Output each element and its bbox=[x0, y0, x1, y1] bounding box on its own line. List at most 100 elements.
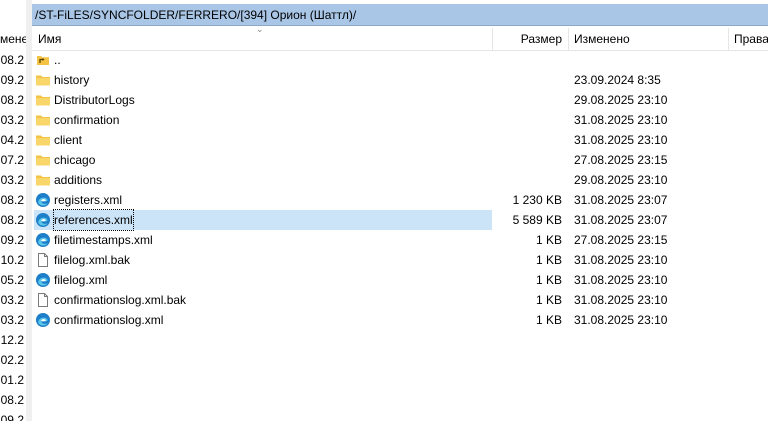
edge-icon bbox=[35, 312, 51, 328]
left-pane-row-date: .03.2 bbox=[0, 113, 24, 127]
edge-icon bbox=[35, 272, 51, 288]
left-pane-row-date: .09.2 bbox=[0, 73, 24, 87]
file-modified: 31.08.2025 23:07 bbox=[574, 213, 668, 227]
left-pane-modified-header[interactable]: мене bbox=[0, 30, 26, 49]
left-pane-row[interactable]: .03.2 bbox=[0, 170, 26, 190]
left-pane-row-date: .08.2 bbox=[0, 53, 24, 67]
left-pane-row[interactable]: .08.2 bbox=[0, 390, 26, 410]
file-modified: 27.08.2025 23:15 bbox=[574, 153, 668, 167]
left-pane-row[interactable]: .09.2 bbox=[0, 410, 26, 421]
file-size: 1 KB bbox=[535, 233, 562, 247]
file-size: 1 KB bbox=[535, 313, 562, 327]
column-separator[interactable] bbox=[492, 28, 493, 50]
file-size: 1 KB bbox=[535, 293, 562, 307]
folder-icon bbox=[35, 152, 51, 168]
file-row[interactable]: registers.xml 1 230 KB 31.08.2025 23:07 bbox=[32, 190, 768, 210]
file-row[interactable]: references.xml 5 589 KB 31.08.2025 23:07 bbox=[32, 209, 768, 231]
file-row[interactable]: additions 29.08.2025 23:10 bbox=[32, 170, 768, 190]
left-pane-row[interactable]: .02.2 bbox=[0, 350, 26, 370]
left-pane-row[interactable]: .08.2 bbox=[0, 190, 26, 210]
file-row[interactable]: DistributorLogs 29.08.2025 23:10 bbox=[32, 90, 768, 110]
file-name: chicago bbox=[54, 153, 96, 167]
left-pane-row-date: .03.2 bbox=[0, 293, 24, 307]
column-header-name[interactable]: Имя bbox=[38, 28, 61, 50]
left-pane-row-date: .08.2 bbox=[0, 213, 24, 227]
left-pane-row[interactable]: .09.2 bbox=[0, 230, 26, 250]
left-pane-row-date: .07.2 bbox=[0, 153, 24, 167]
edge-icon bbox=[35, 212, 51, 228]
file-row[interactable]: chicago 27.08.2025 23:15 bbox=[32, 150, 768, 170]
right-file-pane: /ST-FiLES/SYNCFOLDER/FERRERO/[394] Орион… bbox=[32, 0, 768, 421]
file-modified: 31.08.2025 23:10 bbox=[574, 253, 668, 267]
left-pane-row[interactable]: .04.2 bbox=[0, 130, 26, 150]
file-row[interactable]: filetimestamps.xml 1 KB 27.08.2025 23:15 bbox=[32, 230, 768, 250]
file-size: 1 230 KB bbox=[512, 193, 562, 207]
column-header-modified[interactable]: Изменено bbox=[574, 28, 630, 50]
left-pane-row-date: .08.2 bbox=[0, 93, 24, 107]
file-modified: 31.08.2025 23:10 bbox=[574, 113, 668, 127]
parent-folder-icon bbox=[35, 52, 51, 68]
file-row[interactable]: history 23.09.2024 8:35 bbox=[32, 70, 768, 90]
folder-icon bbox=[35, 92, 51, 108]
path-bar[interactable]: /ST-FiLES/SYNCFOLDER/FERRERO/[394] Орион… bbox=[32, 4, 768, 26]
file-modified: 31.08.2025 23:10 bbox=[574, 313, 668, 327]
file-row[interactable]: client 31.08.2025 23:10 bbox=[32, 130, 768, 150]
left-pane-row[interactable]: .12.2 bbox=[0, 330, 26, 350]
left-pane-row[interactable]: .07.2 bbox=[0, 150, 26, 170]
column-separator[interactable] bbox=[728, 28, 729, 50]
sort-chevron-down-icon: ⌄ bbox=[256, 24, 264, 34]
file-row[interactable]: filelog.xml 1 KB 31.08.2025 23:10 bbox=[32, 270, 768, 290]
folder-icon bbox=[35, 172, 51, 188]
edge-icon bbox=[35, 192, 51, 208]
left-pane-row[interactable]: .03.2 bbox=[0, 110, 26, 130]
folder-icon bbox=[35, 72, 51, 88]
folder-icon bbox=[35, 132, 51, 148]
folder-icon bbox=[35, 112, 51, 128]
file-modified: 31.08.2025 23:10 bbox=[574, 133, 668, 147]
file-name: registers.xml bbox=[54, 193, 123, 207]
file-name: references.xml bbox=[53, 209, 134, 231]
left-pane-row-date: .02.2 bbox=[0, 353, 24, 367]
file-name: history bbox=[54, 73, 90, 87]
file-modified: 27.08.2025 23:15 bbox=[574, 233, 668, 247]
left-pane-row[interactable]: .09.2 bbox=[0, 70, 26, 90]
left-pane-row[interactable]: .08.2 bbox=[0, 90, 26, 110]
file-modified: 23.09.2024 8:35 bbox=[574, 73, 661, 87]
column-header-rights[interactable]: Права bbox=[734, 28, 768, 50]
left-pane-row-date: .09.2 bbox=[0, 413, 24, 421]
file-row[interactable]: .. bbox=[32, 50, 768, 70]
left-pane-row[interactable]: .08.2 bbox=[0, 210, 26, 230]
left-file-pane[interactable]: мене .08.2 .09.2 .08.2 .03.2 .04.2 .07.2 .03.2… bbox=[0, 0, 27, 421]
left-pane-row-date: .08.2 bbox=[0, 393, 24, 407]
file-name: filelog.xml bbox=[54, 273, 108, 287]
left-pane-row-date: .04.2 bbox=[0, 133, 24, 147]
file-modified: 31.08.2025 23:07 bbox=[574, 193, 668, 207]
left-pane-row-date: .10.2 bbox=[0, 253, 24, 267]
file-name: DistributorLogs bbox=[54, 93, 135, 107]
column-header-size[interactable]: Размер bbox=[521, 28, 562, 50]
file-row[interactable]: confirmation 31.08.2025 23:10 bbox=[32, 110, 768, 130]
file-modified: 31.08.2025 23:10 bbox=[574, 273, 668, 287]
file-size: 5 589 KB bbox=[512, 213, 562, 227]
file-icon bbox=[35, 292, 51, 308]
file-row[interactable]: filelog.xml.bak 1 KB 31.08.2025 23:10 bbox=[32, 250, 768, 270]
file-size: 1 KB bbox=[535, 253, 562, 267]
left-pane-row[interactable]: .03.2 bbox=[0, 290, 26, 310]
file-name: client bbox=[54, 133, 83, 147]
column-header-row: Имя ⌄ Размер Изменено Права bbox=[32, 24, 768, 51]
left-pane-row[interactable]: .03.2 bbox=[0, 310, 26, 330]
left-pane-row-date: .03.2 bbox=[0, 173, 24, 187]
file-row[interactable]: confirmationslog.xml.bak 1 KB 31.08.2025 2… bbox=[32, 290, 768, 310]
left-pane-row-date: .09.2 bbox=[0, 233, 24, 247]
left-pane-row-date: .08.2 bbox=[0, 193, 24, 207]
column-separator[interactable] bbox=[568, 28, 569, 50]
left-pane-row[interactable]: .10.2 bbox=[0, 250, 26, 270]
file-name: filetimestamps.xml bbox=[54, 233, 153, 247]
file-icon bbox=[35, 252, 51, 268]
left-pane-row[interactable]: .08.2 bbox=[0, 50, 26, 70]
edge-icon bbox=[35, 232, 51, 248]
file-row[interactable]: confirmationslog.xml 1 KB 31.08.2025 23:10 bbox=[32, 310, 768, 330]
file-size: 1 KB bbox=[535, 273, 562, 287]
left-pane-row[interactable]: .01.2 bbox=[0, 370, 26, 390]
left-pane-row[interactable]: .05.2 bbox=[0, 270, 26, 290]
